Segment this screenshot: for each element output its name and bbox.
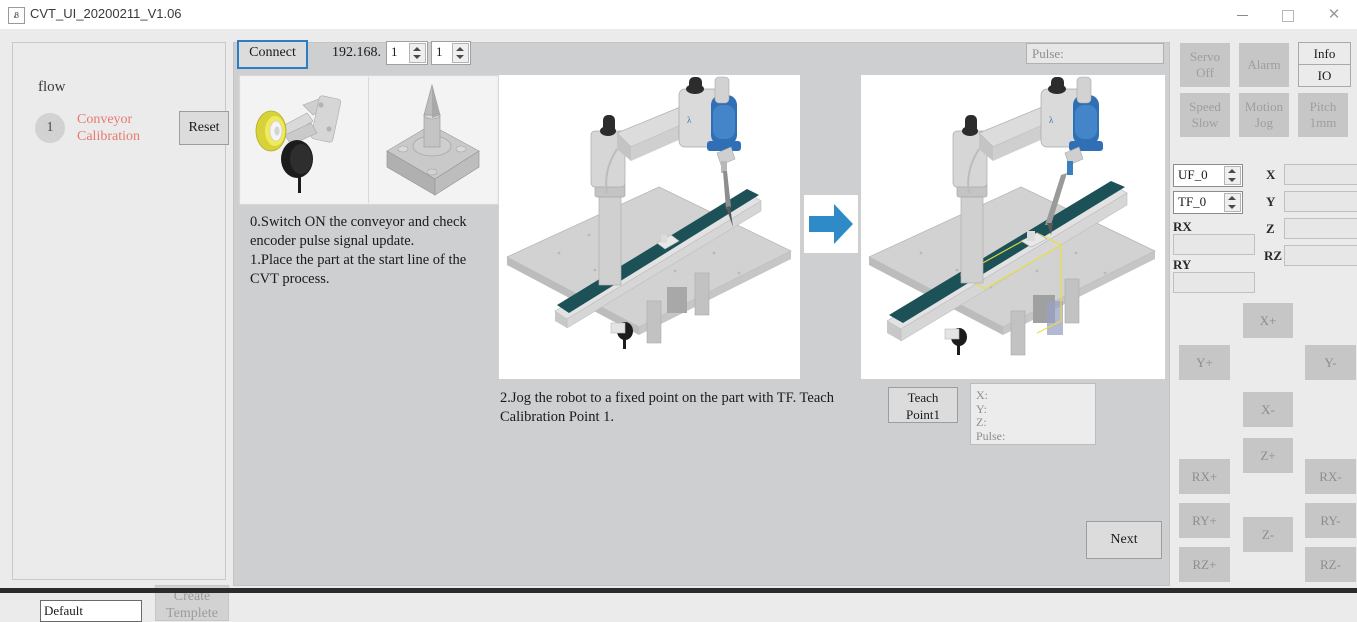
jog-ry-minus-button[interactable]: RY-: [1305, 503, 1356, 538]
z-label: Z: [1266, 221, 1275, 236]
rz-field[interactable]: [1284, 245, 1357, 266]
rz-label: RZ: [1264, 248, 1283, 263]
ip-octet4-value: 1: [436, 44, 443, 59]
pulse-field[interactable]: Pulse:: [1026, 43, 1164, 64]
minimize-button[interactable]: [1219, 0, 1265, 29]
svg-text:λ: λ: [1049, 115, 1054, 125]
motion-jog-button[interactable]: Motion Jog: [1239, 93, 1289, 137]
flow-arrow-icon: [804, 195, 858, 253]
instruction-step-0-1: 0.Switch ON the conveyor and check encod…: [250, 214, 467, 287]
window-title: CVT_UI_20200211_V1.06: [30, 6, 182, 21]
robot-conveyor-before-image: λ: [499, 75, 800, 379]
close-icon[interactable]: ✕: [1311, 0, 1357, 29]
speed-slow-button[interactable]: Speed Slow: [1180, 93, 1230, 137]
template-name-input[interactable]: Default: [40, 600, 142, 622]
spinner-arrows-icon[interactable]: [452, 43, 469, 63]
user-frame-stepper[interactable]: UF_0: [1173, 164, 1243, 187]
y-label: Y: [1266, 194, 1276, 209]
x-label: X: [1266, 167, 1276, 182]
teach-point-readout: X: Y: Z: Pulse:: [970, 383, 1096, 445]
jog-rz-plus-button[interactable]: RZ+: [1179, 547, 1230, 582]
rx-field[interactable]: [1173, 234, 1255, 255]
encoder-wheel-image: [241, 77, 369, 203]
jog-z-plus-button[interactable]: Z+: [1243, 438, 1293, 473]
jog-rx-minus-button[interactable]: RX-: [1305, 459, 1356, 494]
jog-rz-minus-button[interactable]: RZ-: [1305, 547, 1356, 582]
flow-panel: flow 1 Conveyor Calibration Reset Defaul…: [12, 42, 229, 622]
maximize-button[interactable]: [1265, 0, 1311, 29]
spinner-arrows-icon[interactable]: [1224, 166, 1241, 185]
rx-label: RX: [1173, 219, 1192, 234]
robot-control-panel: Servo Off Alarm Info IO Speed Slow Motio…: [1168, 29, 1357, 582]
ip-octet3-stepper[interactable]: 1: [386, 41, 428, 65]
next-button[interactable]: Next: [1086, 521, 1162, 559]
user-frame-value: UF_0: [1178, 167, 1208, 182]
pitch-1mm-button[interactable]: Pitch 1mm: [1298, 93, 1348, 137]
svg-text:λ: λ: [687, 115, 692, 125]
jog-z-minus-button[interactable]: Z-: [1243, 517, 1293, 552]
flow-legend: flow: [33, 79, 71, 96]
jog-y-minus-button[interactable]: Y-: [1305, 345, 1356, 380]
tool-frame-stepper[interactable]: TF_0: [1173, 191, 1243, 214]
reset-button[interactable]: Reset: [179, 111, 229, 145]
spinner-arrows-icon[interactable]: [409, 43, 426, 63]
ip-octet4-stepper[interactable]: 1: [431, 41, 471, 65]
main-panel: Connect 192.168. 1 1 Pulse: λ λ 0.Switch…: [233, 40, 1170, 586]
jog-rx-plus-button[interactable]: RX+: [1179, 459, 1230, 494]
connect-button[interactable]: Connect: [237, 40, 308, 69]
y-field[interactable]: [1284, 191, 1357, 212]
alarm-button[interactable]: Alarm: [1239, 43, 1289, 87]
flow-step-number: 1: [35, 113, 65, 143]
title-bar: Ᏸ CVT_UI_20200211_V1.06 ✕: [0, 0, 1357, 29]
info-button[interactable]: Info: [1298, 42, 1351, 65]
teach-point1-button[interactable]: Teach Point1: [888, 387, 958, 423]
io-button[interactable]: IO: [1298, 64, 1351, 87]
robot-conveyor-after-image: λ: [861, 75, 1165, 379]
tool-frame-value: TF_0: [1178, 194, 1207, 209]
ry-label: RY: [1173, 257, 1192, 272]
bottom-strip: [0, 588, 1357, 593]
calibration-pin-image: [369, 77, 496, 203]
x-field[interactable]: [1284, 164, 1357, 185]
ry-field[interactable]: [1173, 272, 1255, 293]
jog-x-minus-button[interactable]: X-: [1243, 392, 1293, 427]
instruction-step-2: 2.Jog the robot to a fixed point on the …: [500, 390, 834, 425]
servo-off-button[interactable]: Servo Off: [1180, 43, 1230, 87]
app-icon: Ᏸ: [8, 7, 25, 24]
z-field[interactable]: [1284, 218, 1357, 239]
jog-x-plus-button[interactable]: X+: [1243, 303, 1293, 338]
jog-y-plus-button[interactable]: Y+: [1179, 345, 1230, 380]
sidebar-item-conveyor-calibration[interactable]: Conveyor Calibration: [77, 111, 167, 145]
ip-prefix-label: 192.168.: [332, 45, 381, 60]
ip-octet3-value: 1: [391, 44, 398, 59]
cad-thumbnail-group: [239, 75, 499, 205]
spinner-arrows-icon[interactable]: [1224, 193, 1241, 212]
jog-ry-plus-button[interactable]: RY+: [1179, 503, 1230, 538]
